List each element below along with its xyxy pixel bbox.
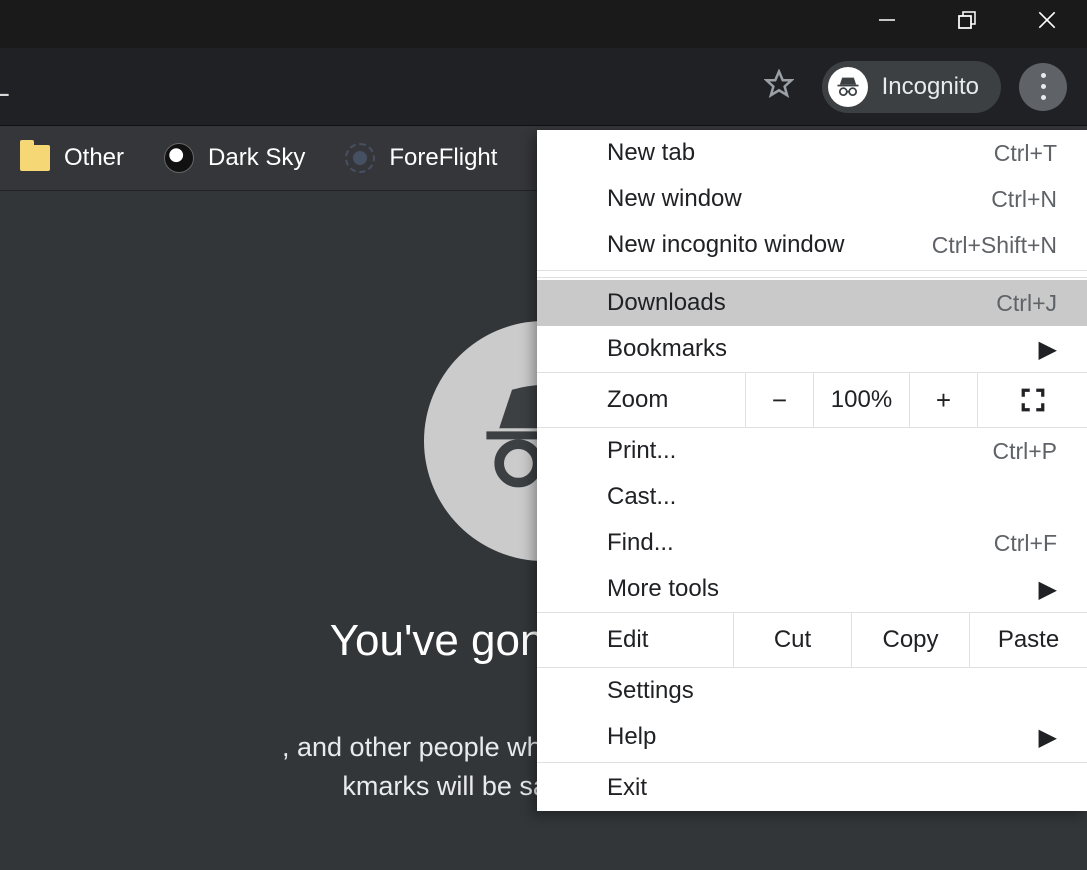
incognito-label: Incognito bbox=[882, 73, 979, 101]
zoom-out-button[interactable]: − bbox=[745, 373, 813, 427]
menu-separator bbox=[537, 270, 1087, 278]
window-maximize-button[interactable] bbox=[937, 0, 997, 40]
menu-downloads[interactable]: DownloadsCtrl+J bbox=[537, 280, 1087, 326]
chevron-right-icon: ▶ bbox=[1039, 335, 1057, 364]
menu-edit-row: Edit Cut Copy Paste bbox=[537, 612, 1087, 668]
edit-cut-button[interactable]: Cut bbox=[733, 613, 851, 667]
bookmark-label: ForeFlight bbox=[389, 144, 497, 172]
edit-paste-button[interactable]: Paste bbox=[969, 613, 1087, 667]
bookmark-star-icon[interactable] bbox=[746, 61, 812, 112]
menu-new-incognito-window[interactable]: New incognito windowCtrl+Shift+N bbox=[537, 222, 1087, 268]
menu-separator bbox=[537, 762, 1087, 763]
menu-edit-label: Edit bbox=[537, 613, 733, 667]
menu-print[interactable]: Print...Ctrl+P bbox=[537, 428, 1087, 474]
edit-copy-button[interactable]: Copy bbox=[851, 613, 969, 667]
menu-find[interactable]: Find...Ctrl+F bbox=[537, 520, 1087, 566]
menu-new-window[interactable]: New windowCtrl+N bbox=[537, 176, 1087, 222]
menu-more-tools[interactable]: More tools▶ bbox=[537, 566, 1087, 612]
chevron-right-icon: ▶ bbox=[1039, 575, 1057, 604]
window-close-button[interactable] bbox=[1017, 0, 1077, 40]
bookmark-foreflight[interactable]: ForeFlight bbox=[339, 139, 503, 177]
bookmark-dark-sky[interactable]: Dark Sky bbox=[158, 139, 311, 177]
incognito-indicator[interactable]: Incognito bbox=[822, 61, 1001, 113]
menu-cast[interactable]: Cast... bbox=[537, 474, 1087, 520]
window-minimize-button[interactable] bbox=[857, 0, 917, 40]
menu-bookmarks[interactable]: Bookmarks▶ bbox=[537, 326, 1087, 372]
menu-new-tab[interactable]: New tabCtrl+T bbox=[537, 130, 1087, 176]
browser-toolbar: L Incognito bbox=[0, 48, 1087, 126]
menu-exit[interactable]: Exit bbox=[537, 765, 1087, 811]
bookmark-other-folder[interactable]: Other bbox=[14, 140, 130, 176]
bookmark-label: Dark Sky bbox=[208, 144, 305, 172]
zoom-level: 100% bbox=[813, 373, 909, 427]
menu-help[interactable]: Help▶ bbox=[537, 714, 1087, 760]
folder-icon bbox=[20, 145, 50, 171]
omnibox-fragment[interactable]: L bbox=[0, 71, 10, 103]
foreflight-icon bbox=[345, 143, 375, 173]
menu-zoom-row: Zoom − 100% + bbox=[537, 372, 1087, 428]
chevron-right-icon: ▶ bbox=[1039, 723, 1057, 752]
dark-sky-icon bbox=[164, 143, 194, 173]
menu-settings[interactable]: Settings bbox=[537, 668, 1087, 714]
chrome-overflow-menu: New tabCtrl+T New windowCtrl+N New incog… bbox=[537, 130, 1087, 811]
zoom-in-button[interactable]: + bbox=[909, 373, 977, 427]
fullscreen-button[interactable] bbox=[977, 373, 1087, 427]
window-titlebar bbox=[0, 0, 1087, 48]
incognito-icon bbox=[828, 67, 868, 107]
menu-zoom-label: Zoom bbox=[537, 373, 745, 427]
chrome-menu-button[interactable] bbox=[1019, 63, 1067, 111]
bookmark-label: Other bbox=[64, 144, 124, 172]
